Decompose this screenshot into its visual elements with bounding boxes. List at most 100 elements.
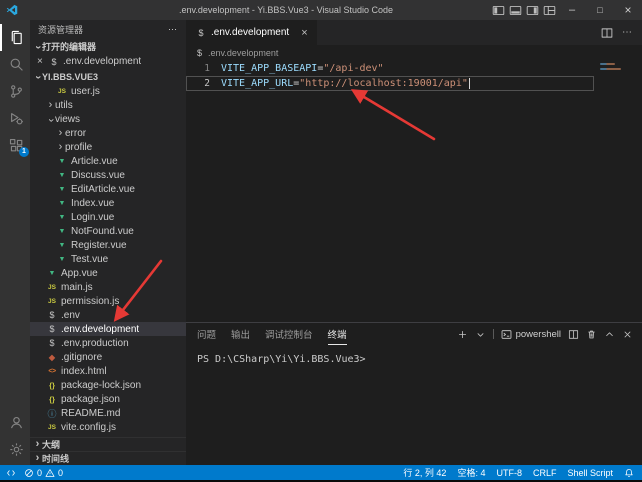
notifications-bell[interactable] [624, 468, 634, 478]
status-bar-left: 0 0 [6, 468, 63, 478]
status-encoding[interactable]: UTF-8 [496, 466, 522, 479]
activity-bar-top: 1 [0, 20, 30, 159]
tree-item-App.vue[interactable]: ▼App.vue [30, 266, 186, 280]
tree-item-.env[interactable]: $.env [30, 308, 186, 322]
panel-tab-terminal[interactable]: 终端 [328, 323, 347, 345]
bell-icon [624, 468, 634, 478]
code-token: "http://localhost:19001/api" [299, 78, 468, 89]
activity-source-control[interactable] [0, 78, 30, 105]
tree-item-vite.config.js[interactable]: JSvite.config.js [30, 420, 186, 434]
close-button[interactable]: × [614, 0, 642, 20]
tree-item-index.html[interactable]: <>index.html [30, 364, 186, 378]
tree-item-package-lock.json[interactable]: {}package-lock.json [30, 378, 186, 392]
activity-explorer[interactable] [0, 24, 30, 51]
tree-item-Index.vue[interactable]: ▼Index.vue [30, 196, 186, 210]
activity-extensions[interactable]: 1 [0, 132, 30, 159]
section-timeline[interactable]: ›时间线 [30, 451, 186, 465]
panel-tab-debug-console[interactable]: 调试控制台 [265, 323, 313, 345]
tree-item-.env.development[interactable]: $.env.development [30, 322, 186, 336]
tree-item-utils[interactable]: ›utils [30, 98, 186, 112]
window-title: .env.development - Yi.BBS.Vue3 - Visual … [100, 5, 472, 15]
vue-file-icon: ▼ [56, 256, 68, 263]
split-terminal-icon[interactable] [568, 329, 579, 340]
tree-item-user.js[interactable]: JSuser.js [30, 84, 186, 98]
tree-item-README.md[interactable]: ⓘREADME.md [30, 406, 186, 420]
code-line[interactable]: 1VITE_APP_BASEAPI="/api-dev" [186, 61, 642, 76]
code-line[interactable]: 2VITE_APP_URL="http://localhost:19001/ap… [186, 76, 642, 91]
more-actions-icon[interactable]: ⋯ [622, 27, 632, 38]
maximize-panel-icon[interactable] [604, 329, 615, 340]
toggle-primary-sidebar-icon[interactable] [490, 0, 507, 20]
remote-indicator[interactable] [6, 468, 16, 478]
minimize-button[interactable]: – [558, 0, 586, 20]
tree-item-Discuss.vue[interactable]: ▼Discuss.vue [30, 168, 186, 182]
split-editor-icon[interactable] [601, 27, 613, 39]
problems-status[interactable]: 0 0 [24, 468, 63, 478]
status-language-mode[interactable]: Shell Script [567, 466, 613, 479]
tree-item-.gitignore[interactable]: ◆.gitignore [30, 350, 186, 364]
activity-accounts[interactable] [0, 409, 30, 436]
vue-file-icon: ▼ [56, 186, 68, 193]
toggle-secondary-sidebar-icon[interactable] [524, 0, 541, 20]
panel-tab-output[interactable]: 输出 [231, 323, 250, 345]
panel: 问题输出调试控制台终端 powershell [186, 322, 642, 465]
new-terminal-dropdown-icon[interactable] [475, 329, 486, 340]
tab-env-development[interactable]: $ .env.development × [186, 20, 317, 45]
panel-tab-problems[interactable]: 问题 [197, 323, 216, 345]
tree-item-.env.production[interactable]: $.env.production [30, 336, 186, 350]
more-actions-icon[interactable]: ⋯ [168, 24, 178, 35]
close-icon[interactable]: × [37, 56, 47, 67]
minimap-line [600, 63, 615, 65]
activity-settings[interactable] [0, 436, 30, 463]
tree-item-NotFound.vue[interactable]: ▼NotFound.vue [30, 224, 186, 238]
warning-count: 0 [58, 468, 63, 478]
code-token: VITE_APP_BASEAPI [221, 63, 317, 74]
breadcrumb[interactable]: $ .env.development [186, 45, 642, 61]
tree-item-Article.vue[interactable]: ▼Article.vue [30, 154, 186, 168]
new-terminal-button[interactable] [457, 329, 468, 340]
status-cursor-position[interactable]: 行 2, 列 42 [403, 466, 446, 479]
open-editor-item[interactable]: × $ .env.development [30, 54, 186, 69]
activity-search[interactable] [0, 51, 30, 78]
terminal-prompt: PS D:\CSharp\Yi\Yi.BBS.Vue3> [197, 354, 366, 365]
section-outline[interactable]: ›大纲 [30, 437, 186, 451]
vscode-window: .env.development - Yi.BBS.Vue3 - Visual … [0, 0, 642, 482]
code-area[interactable]: 1VITE_APP_BASEAPI="/api-dev"2VITE_APP_UR… [186, 61, 642, 91]
minimap[interactable] [596, 63, 642, 103]
tree-item-Register.vue[interactable]: ▼Register.vue [30, 238, 186, 252]
shell-file-icon: $ [48, 57, 60, 67]
activity-run-and-debug[interactable] [0, 105, 30, 132]
tree-item-Test.vue[interactable]: ▼Test.vue [30, 252, 186, 266]
open-editors-header[interactable]: › 打开的编辑器 [30, 38, 186, 54]
kill-terminal-icon[interactable] [586, 329, 597, 340]
file-name: Article.vue [71, 156, 118, 167]
vue-file-icon: ▼ [56, 200, 68, 207]
file-name: user.js [71, 86, 100, 97]
sidebar-bottom-sections: ›大纲›时间线 [30, 437, 186, 465]
close-panel-icon[interactable] [622, 329, 633, 340]
tree-item-main.js[interactable]: JSmain.js [30, 280, 186, 294]
file-name: EditArticle.vue [71, 184, 135, 195]
project-header[interactable]: › YI.BBS.VUE3 [30, 69, 186, 84]
file-name: README.md [61, 408, 120, 419]
tree-item-package.json[interactable]: {}package.json [30, 392, 186, 406]
tree-item-error[interactable]: ›error [30, 126, 186, 140]
chevron-down-icon: › [46, 115, 55, 124]
terminal[interactable]: PS D:\CSharp\Yi\Yi.BBS.Vue3> [186, 345, 642, 365]
tree-item-profile[interactable]: ›profile [30, 140, 186, 154]
tab-label: .env.development [211, 27, 289, 38]
terminal-instance-item[interactable]: powershell [501, 329, 561, 340]
tree-item-views[interactable]: ›views [30, 112, 186, 126]
file-name: package-lock.json [61, 380, 141, 391]
tree-item-permission.js[interactable]: JSpermission.js [30, 294, 186, 308]
status-eol[interactable]: CRLF [533, 466, 557, 479]
error-count: 0 [37, 468, 42, 478]
status-indentation[interactable]: 空格: 4 [457, 466, 485, 479]
close-icon[interactable]: × [301, 27, 307, 39]
tree-item-Login.vue[interactable]: ▼Login.vue [30, 210, 186, 224]
chevron-down-icon: › [33, 42, 42, 51]
tree-item-EditArticle.vue[interactable]: ▼EditArticle.vue [30, 182, 186, 196]
maximize-button[interactable]: □ [586, 0, 614, 20]
customize-layout-icon[interactable] [541, 0, 558, 20]
toggle-panel-icon[interactable] [507, 0, 524, 20]
